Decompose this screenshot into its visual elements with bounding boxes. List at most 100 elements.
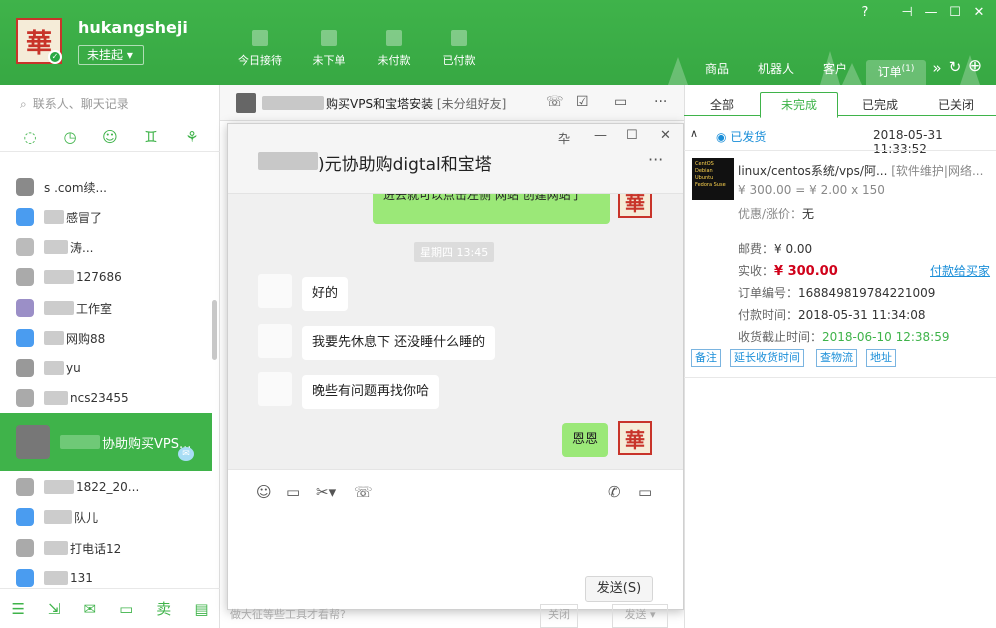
tab-finished[interactable]: 已完成 xyxy=(862,96,898,113)
avatar xyxy=(16,178,34,196)
phone-icon[interactable]: ✆ xyxy=(608,483,621,501)
tab-closed[interactable]: 已关闭 xyxy=(938,96,974,113)
product-title[interactable]: linux/centos系统/vps/阿... [软件维护|网络... xyxy=(738,162,983,179)
contact-name: ncs23455 xyxy=(70,391,129,405)
stat-no-order[interactable]: 未下单 xyxy=(299,30,359,68)
more-icon[interactable]: ··· xyxy=(654,94,667,110)
checklist-icon[interactable]: ☑ xyxy=(576,94,589,110)
message-bubble-in: 好的 xyxy=(302,277,349,311)
avatar xyxy=(16,208,34,226)
message-area: 进去就可以点击左侧 网站 创建网站了 華 星期四 13:45 好的 我要先休息下… xyxy=(228,194,683,469)
shop-icon[interactable]: ▭ xyxy=(119,600,133,618)
pay-time-row: 付款时间：2018-05-31 11:34:08 xyxy=(738,306,925,323)
chat-bubble-icon[interactable]: ☏ xyxy=(546,94,564,110)
tab-all[interactable]: 全部 xyxy=(710,96,734,113)
emoji-icon[interactable]: ☺ xyxy=(256,483,272,501)
avatar xyxy=(16,268,34,286)
tab-unfinished[interactable]: 未完成 xyxy=(760,92,839,118)
import-icon[interactable]: ⇲ xyxy=(48,600,61,618)
scissors-icon[interactable]: ✂▾ xyxy=(316,483,336,501)
more-icon[interactable]: ··· xyxy=(648,150,663,169)
maximize-icon[interactable]: ☐ xyxy=(626,128,638,143)
stat-paid[interactable]: 已付款 xyxy=(429,30,489,68)
list-item[interactable]: 感冒了 xyxy=(0,202,212,232)
status-dropdown[interactable]: 未挂起 ▾ xyxy=(78,45,144,65)
contact-tab-icon[interactable]: ☺ xyxy=(100,128,120,146)
help-icon[interactable]: ? xyxy=(856,4,874,22)
menu-icon[interactable]: ☰ xyxy=(12,600,25,618)
extend-receipt-button[interactable]: 延长收货时间 xyxy=(730,349,804,367)
address-button[interactable]: 地址 xyxy=(866,349,896,367)
avatar xyxy=(16,508,34,526)
stat-today[interactable]: 今日接待 xyxy=(230,30,290,68)
list-item-active[interactable]: 协助购买VPS... ✉ xyxy=(0,413,212,471)
pin-icon[interactable]: 卆 xyxy=(558,130,570,147)
minimize-icon[interactable]: — xyxy=(594,128,607,143)
logistics-button[interactable]: 查物流 xyxy=(816,349,857,367)
stat-label: 未下单 xyxy=(312,54,346,67)
avatar xyxy=(16,359,34,377)
send-dropdown-button[interactable]: 发送 ▾ xyxy=(612,604,668,628)
product-image[interactable]: CentOS Debian Ubuntu Fedora Suse xyxy=(692,158,734,200)
product-title-text: linux/centos系统/vps/阿... xyxy=(738,164,888,178)
pay-time: 2018-05-31 11:34:08 xyxy=(798,308,926,322)
pay-buyer-link[interactable]: 付款给买家 xyxy=(930,262,990,279)
chevron-right-double-icon[interactable]: » xyxy=(928,59,946,77)
list-item[interactable]: yu xyxy=(0,353,212,383)
input-toolbar: ☺ ▭ ✂▾ ☏ ✆ ▭ xyxy=(228,469,683,513)
list-item[interactable]: ncs23455 xyxy=(0,383,212,413)
list-item[interactable]: 1822_20... xyxy=(0,472,212,502)
list-item[interactable]: 涛... xyxy=(0,232,212,262)
search-icon: ⌕ xyxy=(20,97,27,111)
tab-customers[interactable]: 客户 xyxy=(821,60,849,85)
recent-tab-icon[interactable]: ◷ xyxy=(60,128,80,146)
team-tab-icon[interactable]: ⚘ xyxy=(182,128,202,146)
add-circle-icon[interactable]: ⊕ xyxy=(966,57,984,75)
list-item[interactable]: 打电话12 xyxy=(0,533,212,563)
order-status: ◉ 已发货 xyxy=(716,128,766,145)
pay-time-label: 付款时间： xyxy=(738,308,799,322)
close-chat-button[interactable]: 关闭 xyxy=(540,604,578,628)
message-bubble-out: 进去就可以点击左侧 网站 创建网站了 xyxy=(373,194,610,224)
tab-robot[interactable]: 机器人 xyxy=(756,60,796,85)
sidebar-scrollbar[interactable] xyxy=(212,300,217,360)
contact-name: 1822_20... xyxy=(76,480,140,494)
list-item[interactable]: 网购88 xyxy=(0,323,212,353)
list-item[interactable]: 队儿 xyxy=(0,502,212,532)
message-bubble-in: 我要先休息下 还没睡什么睡的 xyxy=(302,326,496,360)
chat-tab-icon[interactable]: ◌ xyxy=(20,128,40,146)
layout-icon[interactable]: ▤ xyxy=(194,600,208,618)
avatar xyxy=(16,425,50,459)
group-tab-icon[interactable]: ♊ xyxy=(141,128,161,146)
list-item[interactable]: 127686 xyxy=(0,262,212,292)
deadline: 2018-06-10 12:38:59 xyxy=(822,330,950,344)
list-item[interactable]: s .com续... xyxy=(0,172,212,202)
quick-reply-icon[interactable]: ☏ xyxy=(354,483,373,501)
video-call-icon[interactable]: ▭ xyxy=(638,483,652,501)
refresh-icon[interactable]: ↻ xyxy=(946,58,964,76)
note-button[interactable]: 备注 xyxy=(691,349,721,367)
folder-icon[interactable]: ▭ xyxy=(286,483,300,501)
avatar: 華 xyxy=(618,194,652,218)
video-icon[interactable]: ▭ xyxy=(614,94,627,110)
order-status-text: 已发货 xyxy=(730,130,767,144)
send-button[interactable]: 发送(S) xyxy=(585,576,653,602)
close-icon[interactable]: ✕ xyxy=(970,4,988,22)
list-item[interactable]: 工作室 xyxy=(0,293,212,323)
stat-unpaid[interactable]: 未付款 xyxy=(364,30,424,68)
mail-box-icon[interactable]: ✉ xyxy=(84,600,97,618)
avatar xyxy=(16,569,34,587)
maximize-icon[interactable]: ☐ xyxy=(946,4,964,22)
stat-label: 已付款 xyxy=(442,54,476,67)
search-input[interactable]: ⌕ 联系人、聊天记录 xyxy=(20,95,129,112)
status-label: 未挂起 xyxy=(87,48,124,62)
tab-orders[interactable]: 订单(1) xyxy=(866,60,926,85)
tab-products[interactable]: 商品 xyxy=(703,60,731,85)
chevron-up-icon[interactable]: ∧ xyxy=(690,127,698,140)
sell-icon[interactable]: 卖 xyxy=(156,598,171,619)
pin-icon[interactable]: ⊣ xyxy=(898,4,916,22)
contact-name: 工作室 xyxy=(76,301,113,316)
contact-name: 协助购买VPS... xyxy=(102,436,192,452)
minimize-icon[interactable]: — xyxy=(922,4,940,22)
close-icon[interactable]: ✕ xyxy=(660,128,671,143)
